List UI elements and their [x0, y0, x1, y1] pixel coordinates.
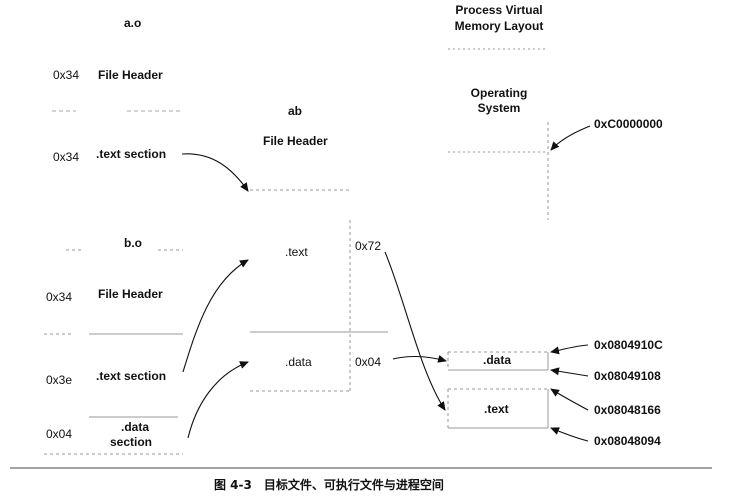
bo-text-label: .text section	[96, 369, 167, 383]
ab-header-label: File Header	[263, 134, 328, 148]
arrow-text-size-to-vm-text	[384, 251, 446, 411]
vm-title-line2: Memory Layout	[454, 19, 544, 33]
bo-data-label-line1: .data	[121, 420, 150, 434]
address-top: 0xC0000000	[594, 117, 663, 131]
arrow-bo-text-to-ab-text	[182, 259, 249, 373]
vm-text-label: .text	[484, 402, 509, 416]
vm-os-line1: Operating	[470, 86, 528, 100]
arrows	[181, 125, 591, 442]
ab-text-size: 0x72	[355, 239, 382, 253]
address-4: 0x08048094	[594, 434, 661, 448]
ab-data-size: 0x04	[355, 355, 382, 369]
ab-text-label: .text	[285, 245, 308, 259]
vm-os-line2: System	[477, 101, 521, 115]
ab-title: ab	[288, 104, 303, 118]
address-3: 0x08048166	[594, 403, 661, 417]
arrow-ao-text-to-ab-text	[181, 153, 249, 192]
arrow-addr-3	[550, 388, 589, 411]
bo-title: b.o	[124, 236, 142, 250]
arrow-bo-data-to-ab-data	[187, 361, 249, 439]
address-2: 0x08049108	[594, 369, 661, 383]
arrow-addr-1	[550, 344, 589, 355]
arrow-addr-4	[550, 427, 589, 442]
address-1: 0x0804910C	[594, 338, 663, 352]
ao-header-offset: 0x34	[53, 68, 80, 82]
vm-title-line1: Process Virtual	[455, 3, 543, 17]
ao-header-label: File Header	[98, 68, 163, 82]
figure-stage: a.o 0x34 File Header 0x34 .text section …	[0, 0, 735, 497]
ao-title: a.o	[124, 16, 142, 30]
arrow-addr-top	[550, 125, 591, 151]
bo-data-label-line2: section	[110, 435, 153, 449]
figure-caption: 图 4-3 目标文件、可执行文件与进程空间	[214, 478, 444, 492]
bo-header-offset: 0x34	[46, 290, 73, 304]
ao-text-offset: 0x34	[53, 150, 80, 164]
bo-dividers	[44, 249, 183, 455]
bo-text-offset: 0x3e	[46, 373, 73, 387]
arrow-addr-2	[550, 367, 589, 377]
bo-header-label: File Header	[98, 287, 163, 301]
arrow-data-size-to-vm-data	[392, 355, 447, 363]
ab-data-label: .data	[285, 355, 312, 369]
bo-data-offset: 0x04	[46, 427, 73, 441]
vm-data-label: .data	[483, 353, 512, 367]
ao-text-label: .text section	[96, 147, 167, 161]
